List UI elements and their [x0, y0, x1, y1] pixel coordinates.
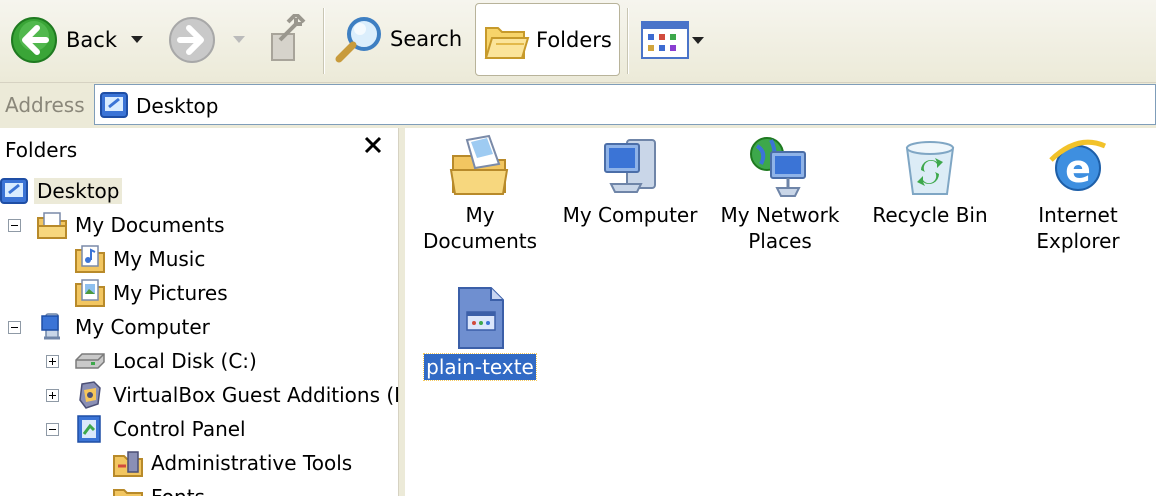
tree-item-label: Administrative Tools — [151, 451, 353, 475]
my-documents-icon — [37, 212, 67, 239]
views-icon[interactable] — [641, 21, 689, 59]
control-panel-icon — [77, 415, 101, 443]
address-value: Desktop — [136, 94, 219, 118]
pane-splitter[interactable] — [398, 128, 405, 496]
folders-pane-title: Folders — [5, 138, 78, 162]
local-disk-icon — [75, 353, 105, 369]
back-arrow-icon — [11, 17, 57, 63]
tree-item-my-music[interactable]: My Music — [74, 244, 208, 274]
folders-button[interactable]: Folders — [475, 3, 620, 76]
my-documents-icon — [449, 134, 509, 195]
tree-item-administrative-tools[interactable]: Administrative Tools — [112, 448, 355, 478]
views-dropdown-icon[interactable] — [692, 37, 704, 44]
tree-item-label: Fonts — [148, 484, 208, 496]
collapse-toggle[interactable] — [8, 321, 21, 334]
my-computer-icon — [604, 139, 656, 193]
cd-drive-icon — [79, 381, 101, 409]
administrative-tools-icon — [113, 451, 143, 477]
tree-item-my-computer[interactable]: My Computer — [36, 312, 213, 342]
folders-pane-header: Folders — [0, 128, 398, 168]
my-computer-icon — [41, 313, 60, 340]
tree-item-label: Control Panel — [113, 417, 246, 441]
desktop-item-label: plain-texte — [423, 353, 537, 381]
desktop-item-label: Recycle Bin — [872, 203, 988, 227]
tree-item-label: My Computer — [75, 315, 210, 339]
tree-item-control-panel[interactable]: Control Panel — [74, 414, 249, 444]
toolbar: Back Search Folders — [0, 0, 1156, 82]
tree-item-desktop[interactable]: Desktop — [0, 176, 123, 206]
tree-item-my-documents[interactable]: My Documents — [36, 210, 227, 240]
toolbar-separator — [627, 8, 628, 74]
desktop-item-label: My Documents — [422, 203, 538, 253]
recycle-bin-icon — [905, 141, 955, 195]
tree-item-label: VirtualBox Guest Additions (D — [113, 383, 398, 407]
tree-item-label: My Music — [113, 247, 206, 271]
desktop-item-label: Internet Explorer — [1036, 203, 1120, 253]
forward-dropdown-icon[interactable] — [233, 36, 245, 43]
search-icon — [335, 17, 381, 63]
desktop-item-plain-texte[interactable]: plain-texte — [405, 286, 555, 381]
tree-item-fonts[interactable]: Fonts — [112, 482, 208, 496]
desktop-item-my-network-places[interactable]: My Network Places — [705, 134, 855, 254]
address-label: Address — [5, 93, 85, 117]
tree-item-label: My Documents — [75, 213, 225, 237]
desktop-icon — [0, 178, 28, 204]
desktop-item-recycle-bin[interactable]: Recycle Bin — [855, 134, 1005, 228]
desktop-item-my-documents[interactable]: My Documents — [405, 134, 555, 254]
internet-explorer-icon: e — [1049, 139, 1107, 191]
search-label: Search — [390, 27, 463, 51]
collapse-toggle[interactable] — [46, 423, 59, 436]
back-dropdown-icon[interactable] — [131, 36, 143, 43]
folders-label: Folders — [536, 28, 612, 52]
expand-toggle[interactable] — [46, 389, 59, 402]
desktop-item-my-computer[interactable]: My Computer — [555, 134, 705, 228]
tree-item-label: Desktop — [34, 178, 123, 204]
network-places-icon — [750, 137, 806, 197]
close-icon[interactable] — [361, 133, 385, 157]
address-bar: Address Desktop — [0, 82, 1156, 129]
tree-item-label: My Pictures — [113, 281, 228, 305]
tree-item-virtualbox-guest-additions[interactable]: VirtualBox Guest Additions (D — [74, 380, 398, 410]
desktop-item-label: My Computer — [562, 203, 698, 227]
expand-toggle[interactable] — [46, 355, 59, 368]
address-field[interactable]: Desktop — [94, 84, 1156, 125]
my-music-icon — [75, 245, 105, 273]
desktop-icon — [100, 92, 128, 118]
tree-item-my-pictures[interactable]: My Pictures — [74, 278, 231, 308]
desktop-item-label: My Network Places — [720, 203, 840, 253]
tree-item-local-disk[interactable]: Local Disk (C:) — [74, 346, 260, 376]
fonts-folder-icon — [113, 489, 143, 496]
up-folder-icon[interactable] — [266, 14, 310, 64]
toolbar-separator — [323, 8, 324, 74]
search-button[interactable]: Search — [334, 14, 462, 64]
folders-pane: Folders Desktop My Documents My Music My… — [0, 128, 398, 496]
svg-text:e: e — [1065, 147, 1091, 191]
text-file-icon — [458, 287, 504, 349]
forward-arrow-icon[interactable] — [168, 16, 216, 64]
tree-item-label: Local Disk (C:) — [113, 349, 257, 373]
desktop-content-view: My Documents My Computer My Network Plac… — [405, 128, 1156, 496]
back-label: Back — [66, 28, 117, 52]
back-button[interactable]: Back — [10, 16, 117, 64]
collapse-toggle[interactable] — [8, 219, 21, 232]
folders-icon — [484, 27, 530, 59]
desktop-item-internet-explorer[interactable]: e Internet Explorer — [1003, 134, 1153, 254]
my-pictures-icon — [75, 279, 105, 307]
